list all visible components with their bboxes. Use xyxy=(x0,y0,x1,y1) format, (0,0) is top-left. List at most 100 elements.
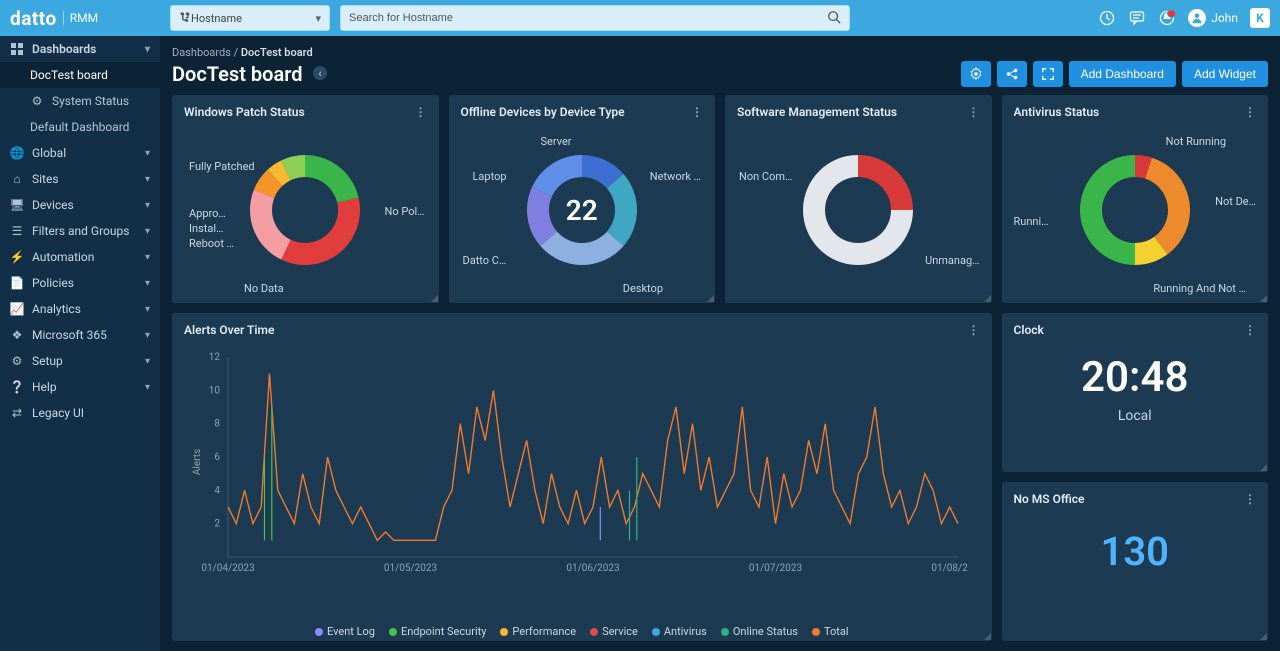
card-title: No MS Office xyxy=(1014,492,1085,506)
devices-icon: 🖥 xyxy=(10,198,24,212)
nav-dash-default[interactable]: Default Dashboard xyxy=(0,114,160,140)
nav-label: Microsoft 365 xyxy=(32,328,107,342)
nav-legacy[interactable]: ⇄Legacy UI xyxy=(0,400,160,426)
svg-text:8: 8 xyxy=(214,419,220,430)
gear-icon: ⚙ xyxy=(10,354,24,368)
brand: datto RMM xyxy=(10,7,160,30)
nav-sites[interactable]: ⌂Sites▾ xyxy=(0,166,160,192)
chevron-down-icon: ▾ xyxy=(145,278,150,289)
chat-icon[interactable] xyxy=(1128,9,1146,27)
grid-icon xyxy=(10,42,24,56)
nav-label: Global xyxy=(32,146,66,160)
user-menu[interactable]: John xyxy=(1188,9,1238,27)
nav-label: Analytics xyxy=(32,302,81,316)
legend-item[interactable]: Antivirus xyxy=(652,625,707,638)
card-menu-button[interactable]: ⋮ xyxy=(415,105,427,119)
search-box[interactable] xyxy=(340,5,850,31)
k-app-icon[interactable]: K xyxy=(1250,8,1270,28)
chevron-down-icon: ▾ xyxy=(145,356,150,367)
chart-icon: 📈 xyxy=(10,302,24,316)
legend-item[interactable]: Service xyxy=(590,625,638,638)
nav-label: Filters and Groups xyxy=(32,224,129,238)
search-icon[interactable] xyxy=(827,10,841,27)
chevron-down-icon: ▾ xyxy=(145,382,150,393)
legend-item[interactable]: Total xyxy=(812,625,849,638)
nav-label: Help xyxy=(32,380,57,394)
globe-icon: 🌐 xyxy=(10,146,24,160)
fork-icon xyxy=(179,11,191,26)
home-icon: ⌂ xyxy=(10,172,24,186)
alerts-chart: 24681012Alerts01/04/202301/05/202301/06/… xyxy=(184,343,980,633)
card-alerts-over-time: Alerts Over Time⋮ 24681012Alerts01/04/20… xyxy=(172,313,992,641)
donut-software: Non Com…Unmanag… xyxy=(737,125,980,295)
page-title: DocTest board xyxy=(172,62,302,86)
nav-global[interactable]: 🌐Global▾ xyxy=(0,140,160,166)
card-title: Offline Devices by Device Type xyxy=(461,105,625,119)
card-offline-devices: Offline Devices by Device Type⋮ 22 Serve… xyxy=(449,95,716,303)
nav-label: Default Dashboard xyxy=(30,120,129,134)
card-title: Software Management Status xyxy=(737,105,897,119)
svg-text:01/04/2023: 01/04/2023 xyxy=(201,563,254,574)
svg-text:4: 4 xyxy=(214,485,220,496)
clock-time: 20:48 xyxy=(1014,343,1257,408)
chevron-down-icon: ▾ xyxy=(145,200,150,211)
donut-antivirus: Not RunningNot De…Running And Not …Runni… xyxy=(1014,125,1257,295)
nav-label: Sites xyxy=(32,172,59,186)
card-menu-button[interactable]: ⋮ xyxy=(691,105,703,119)
chevron-down-icon: ▾ xyxy=(315,12,321,25)
swap-icon: ⇄ xyxy=(10,406,24,420)
help-icon: ❔ xyxy=(10,380,24,394)
card-menu-button[interactable]: ⋮ xyxy=(1244,492,1256,506)
notification-icon[interactable] xyxy=(1158,9,1176,27)
nav-ms365[interactable]: ❖Microsoft 365▾ xyxy=(0,322,160,348)
clock-icon[interactable] xyxy=(1098,9,1116,27)
main: ‹ Dashboards / DocTest board DocTest boa… xyxy=(160,36,1280,651)
settings-button[interactable] xyxy=(961,61,991,87)
breadcrumb-root[interactable]: Dashboards xyxy=(172,46,231,59)
svg-text:2: 2 xyxy=(214,519,220,530)
legend-item[interactable]: Endpoint Security xyxy=(389,625,486,638)
nav-filters[interactable]: ☰ Filters and Groups ▾ xyxy=(0,218,160,244)
legend-item[interactable]: Online Status xyxy=(721,625,798,638)
share-button[interactable] xyxy=(997,61,1027,87)
add-widget-button[interactable]: Add Widget xyxy=(1182,61,1268,87)
nav-dash-system-status[interactable]: ⚙ System Status xyxy=(0,88,160,114)
svg-text:6: 6 xyxy=(214,452,220,463)
sidebar: Dashboards ▾ DocTest board ⚙ System Statu… xyxy=(0,36,160,651)
card-menu-button[interactable]: ⋮ xyxy=(1244,323,1256,337)
card-menu-button[interactable]: ⋮ xyxy=(968,105,980,119)
nav-label: Policies xyxy=(32,276,74,290)
nav-label: Automation xyxy=(32,250,94,264)
nav-help[interactable]: ❔ Help ▾ xyxy=(0,374,160,400)
breadcrumb-current: DocTest board xyxy=(241,46,313,59)
chevron-down-icon: ▾ xyxy=(145,304,150,315)
svg-text:12: 12 xyxy=(209,352,221,363)
doc-icon: 📄 xyxy=(10,276,24,290)
card-menu-button[interactable]: ⋮ xyxy=(1244,105,1256,119)
filter-icon: ☰ xyxy=(10,224,24,238)
svg-text:10: 10 xyxy=(209,385,221,396)
host-dropdown[interactable]: Hostname ▾ xyxy=(170,5,330,31)
legend-item[interactable]: Event Log xyxy=(315,625,375,638)
card-title: Clock xyxy=(1014,323,1044,337)
nav-setup[interactable]: ⚙Setup▾ xyxy=(0,348,160,374)
fullscreen-button[interactable] xyxy=(1033,61,1063,87)
legend-item[interactable]: Performance xyxy=(500,625,576,638)
search-input[interactable] xyxy=(349,12,827,24)
nav-devices[interactable]: 🖥Devices▾ xyxy=(0,192,160,218)
chevron-down-icon: ▾ xyxy=(145,226,150,237)
card-menu-button[interactable]: ⋮ xyxy=(968,323,980,337)
sidebar-collapse-button[interactable]: ‹ xyxy=(311,64,329,82)
card-title: Alerts Over Time xyxy=(184,323,274,337)
breadcrumb: Dashboards / DocTest board xyxy=(172,46,1268,59)
nav-policies[interactable]: 📄 Policies ▾ xyxy=(0,270,160,296)
add-dashboard-button[interactable]: Add Dashboard xyxy=(1069,61,1176,87)
nav-automation[interactable]: ⚡Automation▾ xyxy=(0,244,160,270)
nav-dash-doctest[interactable]: DocTest board xyxy=(0,62,160,88)
nav-label: System Status xyxy=(52,94,129,108)
gear-icon: ⚙ xyxy=(30,94,44,108)
nav-analytics[interactable]: 📈 Analytics ▾ xyxy=(0,296,160,322)
nav-dashboards[interactable]: Dashboards ▾ xyxy=(0,36,160,62)
avatar-icon xyxy=(1188,9,1206,27)
top-bar: datto RMM Hostname ▾ John K xyxy=(0,0,1280,36)
